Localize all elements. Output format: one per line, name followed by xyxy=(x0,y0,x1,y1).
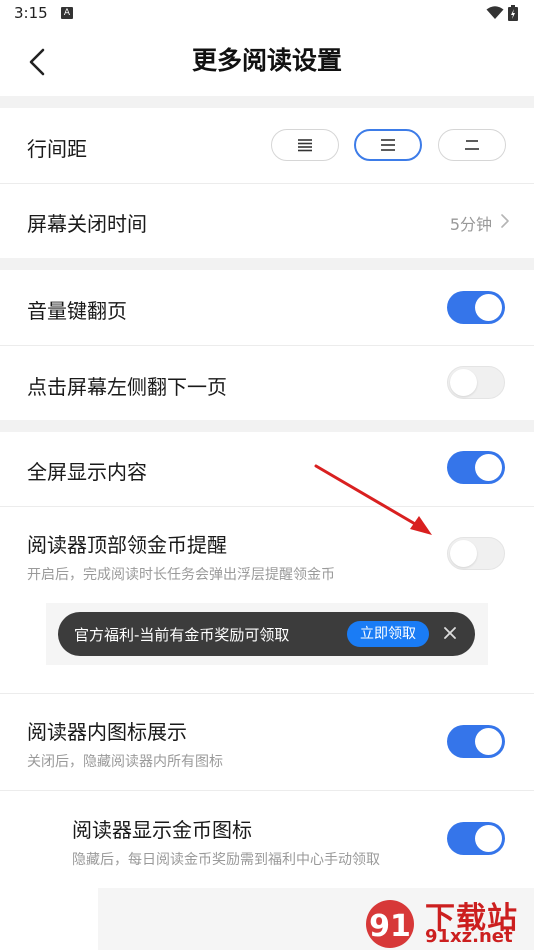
fullscreen-toggle[interactable] xyxy=(447,451,505,484)
toggle-knob xyxy=(450,369,477,396)
spacing-option-medium[interactable] xyxy=(354,129,422,161)
toggle-knob xyxy=(450,540,477,567)
coin-reminder-toggle[interactable] xyxy=(447,537,505,570)
icon-display-label: 阅读器内图标展示 xyxy=(27,720,187,744)
coin-reminder-label: 阅读器顶部领金币提醒 xyxy=(27,533,227,557)
screen-off-value: 5分钟 xyxy=(449,215,492,234)
volume-page-label: 音量键翻页 xyxy=(27,299,127,323)
tap-left-label: 点击屏幕左侧翻下一页 xyxy=(27,375,227,399)
claim-now-button[interactable]: 立即领取 xyxy=(347,621,429,647)
toggle-knob xyxy=(475,728,502,755)
close-icon[interactable] xyxy=(440,623,460,643)
section-divider xyxy=(0,420,534,432)
spacing-medium-icon xyxy=(381,139,395,151)
spacing-wide-icon xyxy=(298,139,312,152)
divider xyxy=(0,506,534,507)
coin-banner-text: 官方福利-当前有金币奖励可领取 xyxy=(74,626,290,644)
watermark-domain: 91xz.net xyxy=(425,926,513,947)
section-divider xyxy=(0,258,534,270)
spacing-option-wide[interactable] xyxy=(271,129,339,161)
coin-icon-toggle[interactable] xyxy=(447,822,505,855)
svg-text:91: 91 xyxy=(369,909,411,944)
screen-off-label: 屏幕关闭时间 xyxy=(27,212,147,236)
volume-page-toggle[interactable] xyxy=(447,291,505,324)
app-notification-icon: A xyxy=(61,7,73,19)
icon-display-description: 关闭后，隐藏阅读器内所有图标 xyxy=(27,754,223,770)
page-title: 更多阅读设置 xyxy=(191,46,342,75)
section-divider xyxy=(0,96,534,108)
coin-icon-label: 阅读器显示金币图标 xyxy=(72,818,252,842)
coin-icon-description: 隐藏后，每日阅读金币奖励需到福利中心手动领取 xyxy=(72,852,380,868)
divider xyxy=(0,693,534,694)
status-icons xyxy=(486,5,518,21)
toggle-knob xyxy=(475,294,502,321)
icon-display-toggle[interactable] xyxy=(447,725,505,758)
toggle-knob xyxy=(475,825,502,852)
coin-reminder-description: 开启后，完成阅读时长任务会弹出浮层提醒领金币 xyxy=(27,567,335,583)
chevron-right-icon xyxy=(500,212,510,234)
battery-icon xyxy=(508,5,518,21)
status-time: 3:15 xyxy=(14,4,48,22)
wifi-icon xyxy=(486,6,504,19)
divider xyxy=(0,790,534,791)
tap-left-toggle[interactable] xyxy=(447,366,505,399)
fullscreen-label: 全屏显示内容 xyxy=(27,460,147,484)
line-spacing-label: 行间距 xyxy=(27,137,87,161)
spacing-option-narrow[interactable] xyxy=(438,129,506,161)
toggle-knob xyxy=(475,454,502,481)
annotation-arrow xyxy=(314,464,432,535)
spacing-narrow-icon xyxy=(465,140,479,150)
